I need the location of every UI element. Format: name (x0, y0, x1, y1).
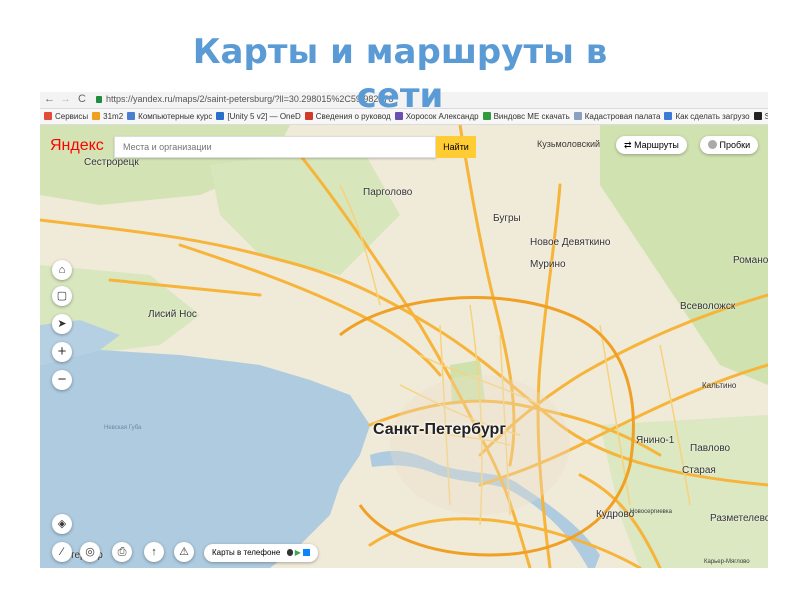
zoom-out-button[interactable]: − (52, 370, 72, 390)
traffic-icon (708, 140, 717, 149)
zoom-in-button[interactable]: + (52, 342, 72, 362)
phone-app-label: Карты в телефоне (212, 548, 281, 557)
map-label-yanino: Янино-1 (636, 435, 675, 446)
home-icon[interactable]: ⌂ (52, 260, 72, 280)
map-label-karyer: Карьер-Мяглово (704, 559, 750, 565)
routes-label: Маршруты (634, 140, 679, 150)
map-label-pavlovo: Павлово (690, 443, 731, 454)
traffic-label: Пробки (719, 140, 751, 150)
panorama-icon[interactable]: ◎ (80, 542, 100, 562)
layers-icon[interactable]: ◈ (52, 514, 72, 534)
map-label-vsevolozhsk: Всеволожск (680, 301, 736, 312)
search-box (114, 136, 436, 158)
slide-title: Карты и маршруты в сети (192, 32, 608, 116)
windows-icon (303, 549, 311, 556)
bag-icon[interactable]: ▢ (52, 286, 72, 306)
play-icon: ▶ (294, 548, 301, 557)
map-label-murino: Мурино (530, 259, 566, 270)
browser-screenshot: ← → C https://yandex.ru/maps/2/saint-pet… (40, 92, 768, 568)
traffic-button[interactable]: Пробки (700, 136, 759, 154)
map-label-romanovka: Романовк (733, 255, 768, 266)
map-label-novoe-devyatkino: Новое Девяткино (530, 237, 611, 248)
routes-button[interactable]: ⇄ Маршруты (616, 136, 687, 154)
map-label-kaltino: Кальтино (702, 381, 737, 390)
share-icon[interactable]: ↑ (144, 542, 164, 562)
locate-icon[interactable]: ➤ (52, 314, 72, 334)
map-label-staraya: Старая (682, 465, 716, 476)
map-label-kudrovo: Кудрово (596, 509, 635, 520)
map-label-pargolovo: Парголово (363, 187, 413, 198)
map-label-razmetelevo: Разметелево (710, 513, 768, 524)
apple-icon (286, 549, 293, 556)
map-label-lisiy-nos: Лисий Нос (148, 309, 197, 320)
map-canvas[interactable]: Сестрорецк Парголово Бугры Новое Девятки… (40, 125, 768, 568)
map-label-novosergievka: Новосергиевка (630, 509, 672, 515)
search-input[interactable] (115, 138, 423, 156)
ruler-icon[interactable]: ∕ (52, 542, 72, 562)
map-label-kuzmolovsky: Кузьмоловский (537, 139, 601, 149)
map-label-neva-bay: Невская Губа (104, 425, 142, 431)
print-icon[interactable]: ⎙ (112, 542, 132, 562)
yandex-logo[interactable]: Яндекс (50, 137, 104, 155)
phone-app-bar[interactable]: Карты в телефоне ▶ (204, 544, 319, 562)
warning-icon[interactable]: ⚠ (174, 542, 194, 562)
routes-icon: ⇄ (624, 140, 632, 150)
map-label-saint-petersburg: Санкт-Петербург (373, 421, 506, 438)
map-label-sestroretsk: Сестрорецк (84, 157, 139, 168)
map-label-bugry: Бугры (493, 213, 521, 224)
find-button[interactable]: Найти (436, 136, 476, 158)
